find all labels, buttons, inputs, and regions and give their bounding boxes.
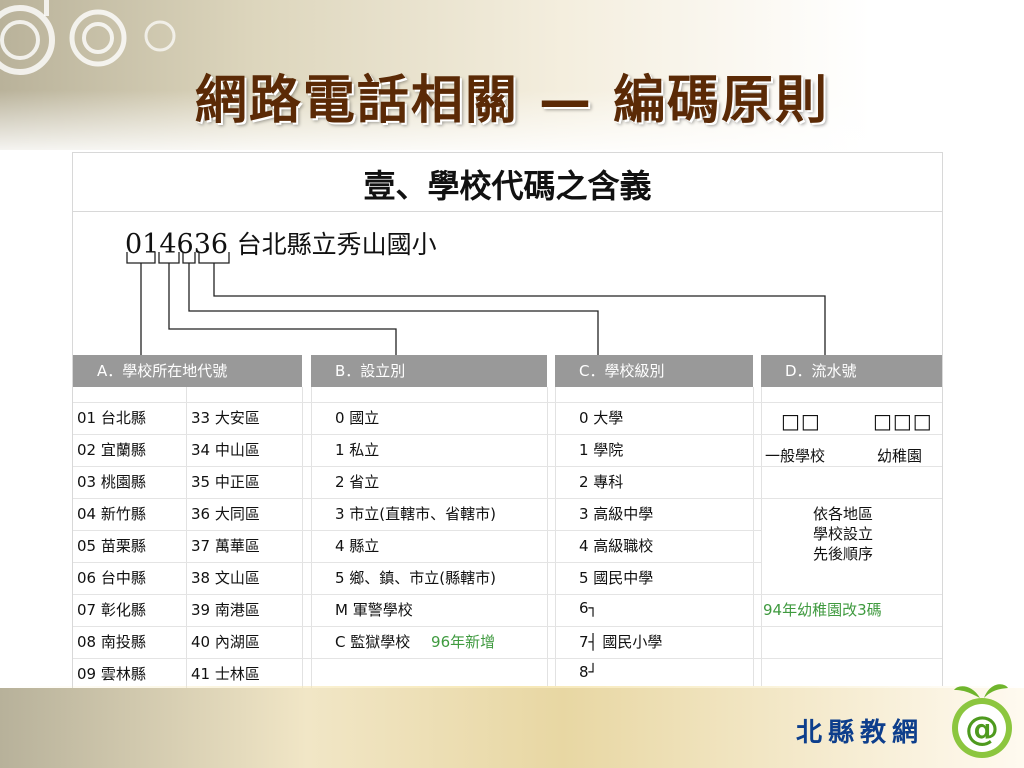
svg-text:@: @ bbox=[965, 709, 999, 749]
serial-label-general: 一般學校 bbox=[765, 447, 826, 465]
location-item: 06 台中縣 bbox=[77, 569, 146, 587]
establishment-item: C 監獄學校 96年新增 bbox=[335, 631, 495, 652]
level-item: 3 高級中學 bbox=[579, 505, 654, 523]
new-note: 96年新增 bbox=[431, 633, 496, 651]
serial-boxes-general: □□ bbox=[781, 409, 821, 433]
establishment-item: 2 省立 bbox=[335, 473, 380, 491]
establishment-item: M 軍警學校 bbox=[335, 601, 413, 619]
col-header-location: A．學校所在地代號 bbox=[73, 355, 302, 387]
level-item: 6┐ bbox=[579, 599, 598, 617]
location-item: 05 苗栗縣 bbox=[77, 537, 146, 555]
serial-order-line: 依各地區 bbox=[813, 505, 874, 523]
level-item: 2 專科 bbox=[579, 473, 624, 491]
location-item: 03 桃園縣 bbox=[77, 473, 146, 491]
district-item: 36 大同區 bbox=[191, 505, 260, 523]
level-item: 4 高級職校 bbox=[579, 537, 654, 555]
establishment-item: 5 鄉、鎮、市立(縣轄市) bbox=[335, 569, 497, 587]
location-item: 08 南投縣 bbox=[77, 633, 146, 651]
location-item: 09 雲林縣 bbox=[77, 665, 146, 683]
divider-cd-2 bbox=[761, 387, 762, 689]
col-header-level: C．學校級別 bbox=[555, 355, 753, 387]
district-item: 38 文山區 bbox=[191, 569, 260, 587]
serial-order-line: 學校設立 bbox=[813, 525, 874, 543]
serial-order-line: 先後順序 bbox=[813, 545, 874, 563]
row-line bbox=[73, 626, 942, 627]
serial-note: 94年幼稚園改3碼 bbox=[763, 601, 882, 619]
establishment-item: 3 市立(直轄市、省轄市) bbox=[335, 505, 497, 523]
district-item: 34 中山區 bbox=[191, 441, 260, 459]
establishment-item: 0 國立 bbox=[335, 409, 380, 427]
divider-cd-1 bbox=[753, 387, 754, 689]
code-bracket-diagram bbox=[126, 252, 826, 355]
location-item: 01 台北縣 bbox=[77, 409, 146, 427]
district-item: 40 內湖區 bbox=[191, 633, 260, 651]
code-table-panel: 壹、學校代碼之含義 014636 台北縣立秀山國小 A．學校所在地代號 B．設立… bbox=[72, 152, 943, 690]
divider-bc-2 bbox=[555, 387, 556, 689]
divider-bc-1 bbox=[547, 387, 548, 689]
district-item: 41 士林區 bbox=[191, 665, 260, 683]
level-item: 1 學院 bbox=[579, 441, 624, 459]
col-header-serial: D．流水號 bbox=[761, 355, 942, 387]
row-line bbox=[73, 498, 942, 499]
location-item: 07 彰化縣 bbox=[77, 601, 146, 619]
district-item: 35 中正區 bbox=[191, 473, 260, 491]
district-item: 39 南港區 bbox=[191, 601, 260, 619]
divider-ab-2 bbox=[311, 387, 312, 689]
row-line bbox=[73, 434, 942, 435]
establishment-item: 4 縣立 bbox=[335, 537, 380, 555]
row-line bbox=[73, 562, 761, 563]
establishment-item: 1 私立 bbox=[335, 441, 380, 459]
serial-label-kinder: 幼稚園 bbox=[877, 447, 923, 465]
level-item: 5 國民中學 bbox=[579, 569, 654, 587]
slide-title: 網路電話相關 — 編碼原則 bbox=[194, 71, 830, 131]
row-line bbox=[73, 658, 942, 659]
establishment-label: C 監獄學校 bbox=[335, 633, 411, 651]
apple-at-logo-icon: @ bbox=[952, 684, 1012, 758]
divider-a bbox=[186, 387, 187, 689]
row-line bbox=[73, 402, 942, 403]
divider-ab-1 bbox=[302, 387, 303, 689]
level-item: 7┤ 國民小學 bbox=[579, 633, 663, 651]
location-item: 02 宜蘭縣 bbox=[77, 441, 146, 459]
row-line bbox=[73, 594, 942, 595]
level-item: 0 大學 bbox=[579, 409, 624, 427]
row-line bbox=[761, 466, 942, 467]
row-line bbox=[73, 530, 761, 531]
level-item: 8┘ bbox=[579, 663, 598, 681]
serial-boxes-kinder: □□□ bbox=[873, 409, 933, 433]
district-item: 33 大安區 bbox=[191, 409, 260, 427]
district-item: 37 萬華區 bbox=[191, 537, 260, 555]
row-line bbox=[73, 466, 761, 467]
location-item: 04 新竹縣 bbox=[77, 505, 146, 523]
col-header-establishment: B．設立別 bbox=[311, 355, 547, 387]
